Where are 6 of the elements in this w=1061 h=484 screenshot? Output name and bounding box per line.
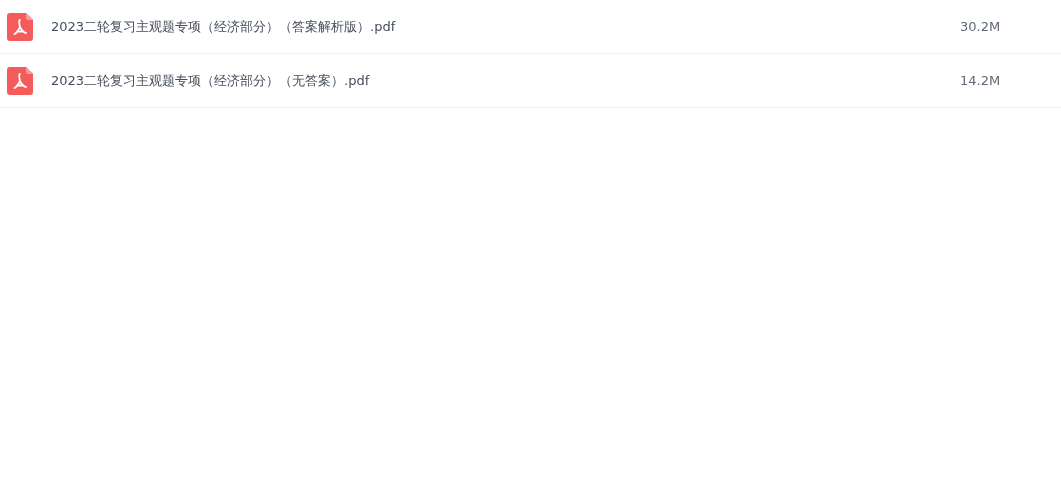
file-name[interactable]: 2023二轮复习主观题专项（经济部分）（答案解析版）.pdf [51, 17, 960, 36]
pdf-file-icon [7, 12, 33, 41]
file-size: 30.2M [960, 19, 1002, 34]
file-name[interactable]: 2023二轮复习主观题专项（经济部分）（无答案）.pdf [51, 71, 960, 90]
file-size: 14.2M [960, 73, 1002, 88]
pdf-file-icon [7, 66, 33, 95]
